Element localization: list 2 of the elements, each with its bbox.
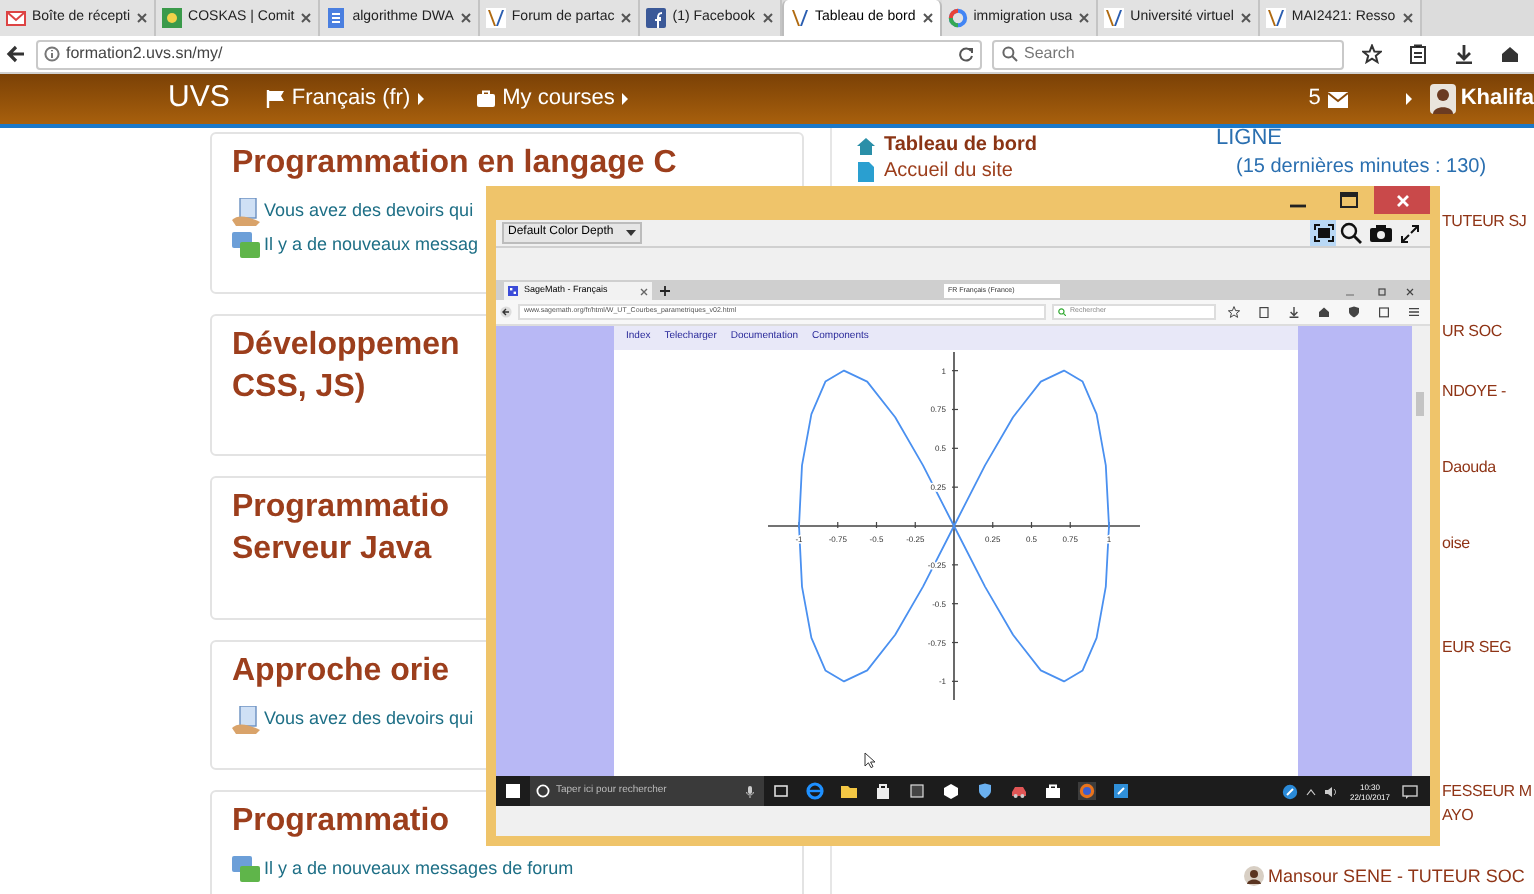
block-heading: LIGNE xyxy=(1216,126,1285,150)
online-count: (15 dernières minutes : 130) xyxy=(1236,156,1487,180)
